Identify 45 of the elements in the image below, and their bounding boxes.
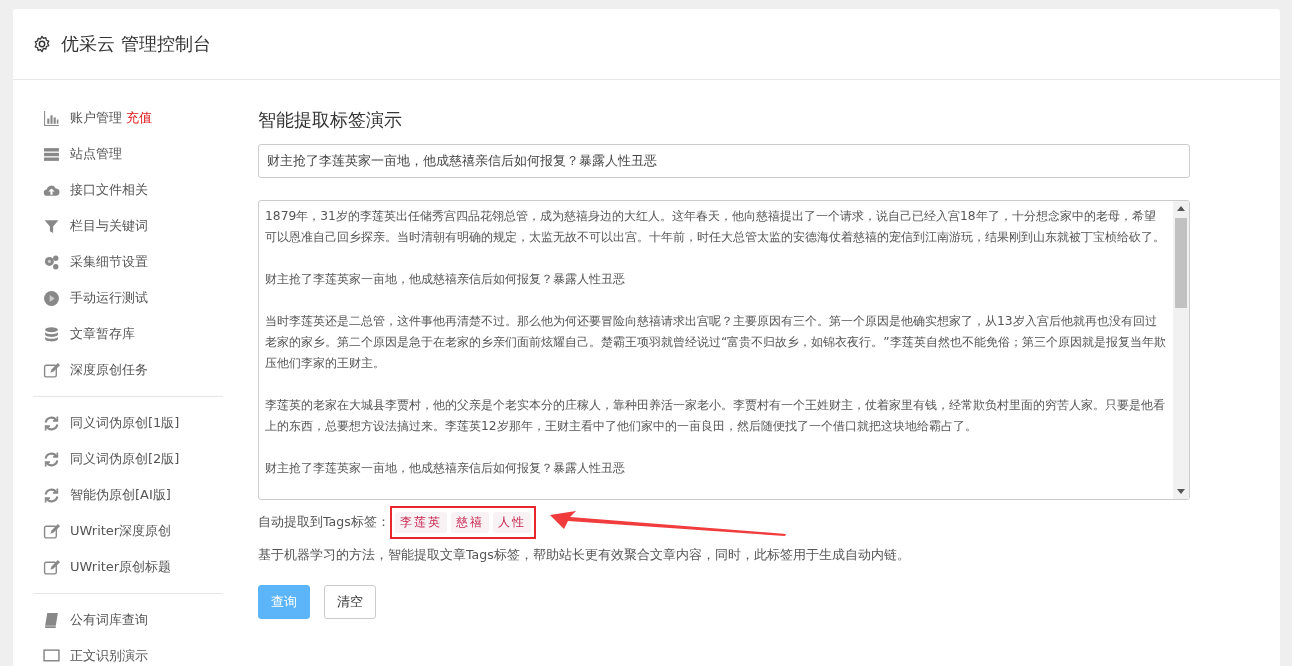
filter-icon	[43, 217, 60, 235]
tags-label: 自动提取到Tags标签：	[258, 513, 390, 531]
sidebar-item[interactable]: 采集细节设置	[33, 244, 223, 280]
description-text: 基于机器学习的方法，智能提取文章Tags标签，帮助站长更有效聚合文章内容，同时，此标签用于生成自动内链。	[258, 547, 911, 564]
sidebar-item[interactable]: 栏目与关键词	[33, 208, 223, 244]
edit-icon	[43, 361, 60, 379]
play-icon	[43, 289, 60, 307]
server-icon	[43, 145, 60, 163]
scrollbar[interactable]	[1173, 201, 1189, 499]
edit-icon	[43, 522, 60, 540]
edit-icon	[43, 558, 60, 576]
settings-icon	[33, 35, 51, 53]
sidebar-item[interactable]: 接口文件相关	[33, 172, 223, 208]
tag: 慈禧	[450, 511, 489, 533]
sidebar-item[interactable]: 手动运行测试	[33, 280, 223, 316]
content-paragraph: 李莲英的老家在大城县李贾村，他的父亲是个老实本分的庄稼人，靠种田养活一家老小。李贾村有一个王姓财主，仗着家里有钱，经常欺负村里面的穷苦人家。只要是他看上的东西，总要想方设法搞过来。李莲英12岁那年，王财主看中了他们家中的一亩良田，然后随便找了一个借口就把这块地给霸占了。	[265, 397, 1166, 435]
content-paragraph: 当时李莲英还是二总管，这件事他再清楚不过。那么他为何还要冒险向慈禧请求出宫呢？主要原因有三个。第一个原因是他确实想家了，从13岁入宫后他就再也没有回过老家的家乡。第二个原因是急于在老家的乡亲们面前炫耀自己。楚霸王项羽就曾经说过“富贵不归故乡，如锦衣夜行。”李莲英自然也不能免俗；第三个原因就是报复当年欺压他们李家的王财主。	[265, 313, 1167, 372]
sidebar-item[interactable]: UWriter原创标题	[33, 549, 223, 585]
sidebar-item[interactable]: 账户管理 充值	[33, 100, 223, 136]
book-icon	[43, 611, 60, 629]
sidebar-item[interactable]: 同义词伪原创[1版]	[33, 405, 223, 441]
tag: 李莲英	[394, 511, 447, 533]
title-input-field[interactable]: 财主抢了李莲英家一亩地，他成慈禧亲信后如何报复？暴露人性丑恶	[258, 144, 1190, 178]
refresh-icon	[43, 450, 60, 468]
refresh-icon	[43, 486, 60, 504]
sidebar-item[interactable]: 站点管理	[33, 136, 223, 172]
tag: 人性	[492, 511, 531, 533]
refresh-icon	[43, 414, 60, 432]
sidebar-item[interactable]: 公有词库查询	[33, 602, 223, 638]
sidebar-item[interactable]: UWriter深度原创	[33, 513, 223, 549]
content-paragraph: 1879年，31岁的李莲英出任储秀宫四品花翎总管，成为慈禧身边的大红人。这年春天，他向慈禧提出了一个请求，说自己已经入宫18年了，十分想念家中的老母，希望可以恩准自己回乡探亲。当时清朝有明确的规定，太监无故不可以出宫。十年前，时任大总管太监的安德海仗着慈禧的宠信到江南游玩，结果刚到山东就被丁宝桢给砍了。	[265, 208, 1166, 246]
console-title: 优采云 管理控制台	[61, 32, 211, 56]
content-text-area[interactable]	[258, 200, 1190, 500]
database-icon	[43, 325, 60, 343]
section-heading: 智能提取标签演示	[258, 108, 403, 132]
bar-chart-icon	[43, 109, 60, 127]
content-paragraph: 财主抢了李莲英家一亩地，他成慈禧亲信后如何报复？暴露人性丑恶	[265, 460, 626, 477]
clear-button[interactable]: 清空	[324, 585, 376, 619]
sidebar-item[interactable]: 正文识别演示	[33, 638, 223, 666]
gears-icon	[43, 253, 60, 271]
sidebar-item[interactable]: 同义词伪原创[2版]	[33, 441, 223, 477]
sidebar-item[interactable]: 深度原创任务	[33, 352, 223, 388]
sidebar-item[interactable]: 文章暂存库	[33, 316, 223, 352]
content-paragraph: 财主抢了李莲英家一亩地，他成慈禧亲信后如何报复？暴露人性丑恶	[265, 271, 626, 288]
sidebar-item[interactable]: 智能伪原创[AI版]	[33, 477, 223, 513]
